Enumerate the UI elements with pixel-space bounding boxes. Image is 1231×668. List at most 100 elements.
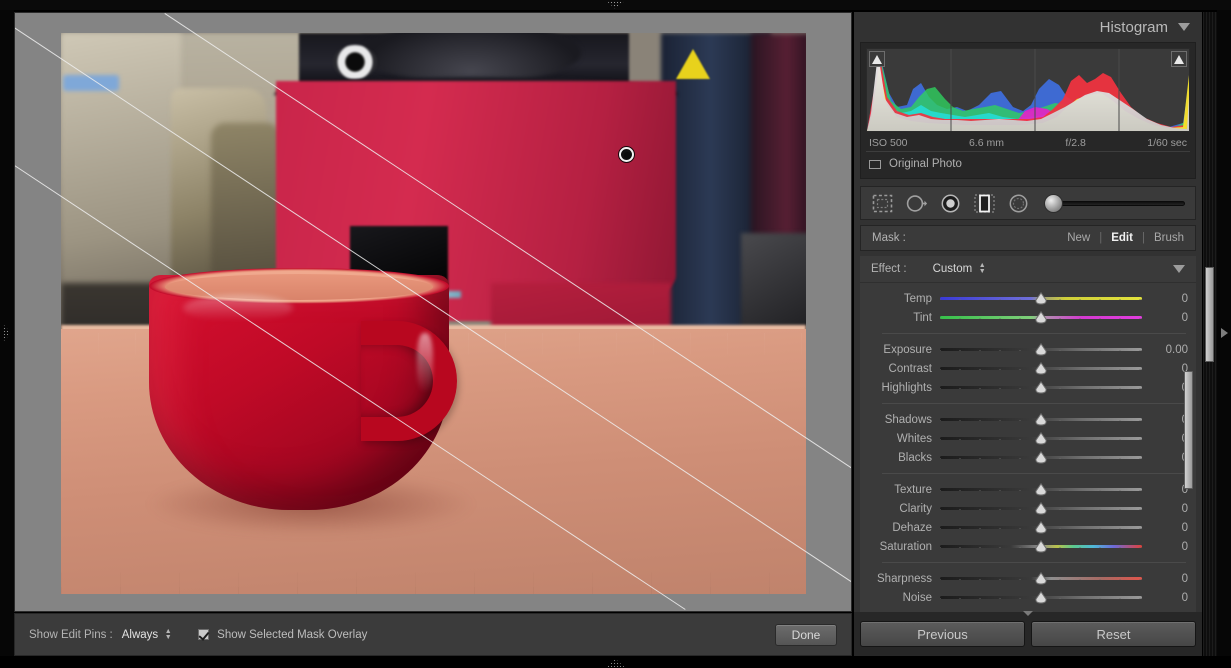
collapse-dots-icon (607, 659, 625, 667)
mask-tool-strip (860, 186, 1196, 220)
top-panel-collapse-handle[interactable] (0, 0, 1231, 10)
slider-track-saturation[interactable] (940, 540, 1142, 553)
bottom-panel-collapse-handle[interactable] (0, 656, 1231, 668)
slider-thumb[interactable] (1035, 451, 1048, 464)
slider-value[interactable]: 0 (1142, 414, 1188, 426)
highlight-clipping-indicator[interactable] (1171, 51, 1187, 67)
histogram-title: Histogram (1100, 19, 1168, 36)
slider-track-whites[interactable] (940, 432, 1142, 445)
slider-track-exposure[interactable] (940, 343, 1142, 356)
slider-value[interactable]: 0 (1142, 363, 1188, 375)
original-photo-row[interactable]: Original Photo (866, 151, 1190, 173)
slider-track-dehaze[interactable] (940, 521, 1142, 534)
gradient-mask-pin[interactable] (619, 147, 634, 162)
footer-collapse-icon[interactable] (1023, 611, 1033, 616)
slider-value[interactable]: 0 (1142, 503, 1188, 515)
slider-value[interactable]: 0 (1142, 541, 1188, 553)
photo-blue-strip (63, 75, 119, 91)
slider-track-noise[interactable] (940, 591, 1142, 604)
select-subject-tool[interactable] (871, 192, 894, 215)
slider-label: Texture (860, 484, 940, 496)
previous-button[interactable]: Previous (860, 621, 1025, 647)
slider-thumb[interactable] (1035, 292, 1048, 305)
radial-filter-tool[interactable] (939, 192, 962, 215)
slider-thumb[interactable] (1035, 381, 1048, 394)
slider-thumb[interactable] (1035, 521, 1048, 534)
slider-value[interactable]: 0 (1142, 592, 1188, 604)
slider-thumb[interactable] (1035, 311, 1048, 324)
shadow-clipping-indicator[interactable] (869, 51, 885, 67)
slider-scrollbar-thumb[interactable] (1184, 371, 1193, 489)
show-edit-pins-value[interactable]: Always (122, 629, 158, 641)
right-panel-collapse-handle[interactable] (1217, 10, 1231, 656)
slider-value[interactable]: 0 (1142, 382, 1188, 394)
slider-row-exposure: Exposure0.00 (860, 340, 1196, 359)
slider-track-texture[interactable] (940, 483, 1142, 496)
histogram-chart[interactable] (866, 48, 1190, 132)
show-mask-overlay-label: Show Selected Mask Overlay (217, 629, 367, 641)
slider-value[interactable]: 0 (1142, 573, 1188, 585)
left-panel-collapse-handle[interactable] (0, 10, 14, 656)
slider-label: Blacks (860, 452, 940, 464)
amount-slider-track[interactable] (1059, 201, 1185, 206)
slider-scrollbar[interactable] (1184, 283, 1193, 612)
slider-track-sharpness[interactable] (940, 572, 1142, 585)
brush-tool[interactable] (1007, 192, 1030, 215)
right-panel-scrollbar[interactable] (1203, 12, 1217, 656)
slider-thumb[interactable] (1035, 362, 1048, 375)
effect-chevron-down-icon[interactable] (1173, 265, 1185, 273)
slider-thumb[interactable] (1035, 572, 1048, 585)
slider-value[interactable]: 0 (1142, 312, 1188, 324)
slider-track-shadows[interactable] (940, 413, 1142, 426)
slider-row-texture: Texture 0 (860, 480, 1196, 499)
slider-label: Saturation (860, 541, 940, 553)
slider-thumb[interactable] (1035, 483, 1048, 496)
mask-edit-button[interactable]: Edit (1111, 232, 1133, 244)
histogram-header[interactable]: Histogram (854, 12, 1202, 42)
reset-button[interactable]: Reset (1031, 621, 1196, 647)
image-stage[interactable] (14, 12, 852, 612)
slider-row-dehaze: Dehaze0 (860, 518, 1196, 537)
slider-value[interactable]: 0 (1142, 293, 1188, 305)
effect-value[interactable]: Custom (933, 263, 973, 275)
slider-thumb[interactable] (1035, 591, 1048, 604)
amount-slider-knob[interactable] (1044, 194, 1063, 213)
slider-thumb[interactable] (1035, 502, 1048, 515)
slider-track-temp[interactable] (940, 292, 1142, 305)
show-mask-overlay-checkbox[interactable] (198, 629, 209, 640)
original-photo-icon (869, 160, 881, 169)
slider-track-tint[interactable] (940, 311, 1142, 324)
slider-value[interactable]: 0 (1142, 522, 1188, 534)
done-button[interactable]: Done (775, 624, 837, 646)
lightroom-develop-window: Show Edit Pins : Always ▲▼ Show Selected… (0, 0, 1231, 668)
slider-thumb[interactable] (1035, 540, 1048, 553)
slider-track-clarity[interactable] (940, 502, 1142, 515)
slider-value[interactable]: 0 (1142, 433, 1188, 445)
slider-group-divider (882, 473, 1186, 474)
slider-track-highlights[interactable] (940, 381, 1142, 394)
effect-stepper-icon[interactable]: ▲▼ (978, 263, 986, 275)
slider-track-contrast[interactable] (940, 362, 1142, 375)
right-panel-scroll-thumb[interactable] (1205, 267, 1214, 362)
slider-label: Whites (860, 433, 940, 445)
effect-bar: Effect : Custom ▲▼ (860, 256, 1196, 283)
slider-value[interactable]: 0.00 (1142, 344, 1188, 356)
mask-brush-button[interactable]: Brush (1154, 232, 1184, 244)
select-sky-tool[interactable] (905, 192, 928, 215)
chevron-down-icon[interactable] (1178, 23, 1190, 31)
slider-value[interactable]: 0 (1142, 452, 1188, 464)
slider-track-blacks[interactable] (940, 451, 1142, 464)
slider-value[interactable]: 0 (1142, 484, 1188, 496)
slider-thumb[interactable] (1035, 343, 1048, 356)
show-edit-pins-stepper-icon[interactable]: ▲▼ (164, 629, 172, 641)
slider-thumb[interactable] (1035, 432, 1048, 445)
slider-label: Highlights (860, 382, 940, 394)
tool-amount-slider[interactable] (1044, 194, 1185, 213)
slider-label: Tint (860, 312, 940, 324)
mask-divider-2: | (1142, 232, 1145, 244)
photo-preview[interactable] (61, 33, 806, 594)
mask-new-button[interactable]: New (1067, 232, 1090, 244)
exif-aperture: f/2.8 (1065, 137, 1085, 149)
slider-thumb[interactable] (1035, 413, 1048, 426)
linear-gradient-tool[interactable] (973, 192, 996, 215)
